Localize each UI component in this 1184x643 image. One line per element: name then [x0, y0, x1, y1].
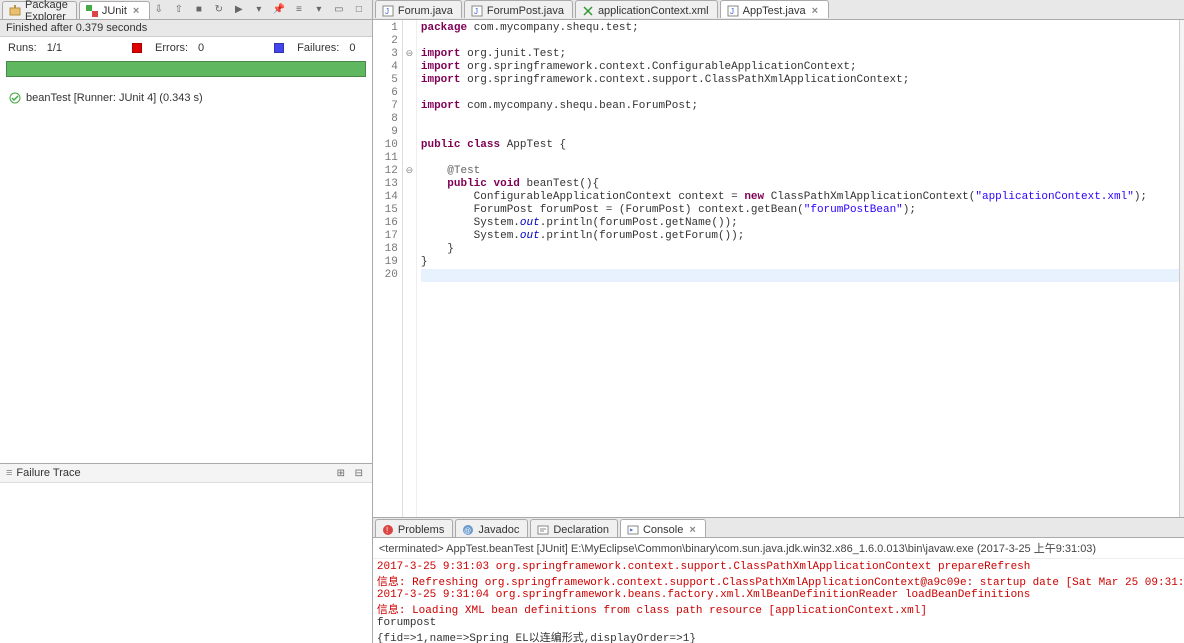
rerun-failed-icon[interactable]: ▶	[232, 3, 246, 17]
javadoc-icon: @	[462, 524, 474, 536]
editor-tab[interactable]: J ForumPost.java	[464, 0, 573, 18]
editor-tab[interactable]: applicationContext.xml	[575, 0, 718, 18]
failure-box-icon	[274, 43, 284, 53]
failures-label: Failures:	[297, 42, 339, 54]
prev-failure-icon[interactable]: ⇩	[152, 3, 166, 17]
junit-icon	[86, 5, 98, 17]
svg-text:J: J	[730, 7, 734, 16]
junit-summary: Runs: 1/1 Errors: 0 Failures: 0	[0, 37, 372, 59]
code-editor[interactable]: 1234567891011121314151617181920 ⊖⊖ packa…	[373, 20, 1184, 517]
junit-progress-bar	[6, 61, 366, 77]
tab-junit[interactable]: JUnit ×	[79, 1, 150, 19]
stop-icon[interactable]: ■	[192, 3, 206, 17]
scroll-lock-icon[interactable]: ≡	[292, 3, 306, 17]
fold-gutter[interactable]: ⊖⊖	[403, 20, 417, 517]
next-failure-icon[interactable]: ⇧	[172, 3, 186, 17]
close-icon[interactable]: ×	[812, 5, 820, 17]
errors-value: 0	[198, 42, 204, 54]
filter-stack-icon[interactable]: ⊞	[334, 466, 348, 480]
close-icon[interactable]: ×	[689, 524, 697, 536]
failure-trace-content	[0, 483, 372, 643]
finished-label: Finished after 0.379 seconds	[0, 20, 372, 37]
bottom-tab-javadoc[interactable]: @ Javadoc	[455, 519, 528, 537]
left-tabbar: Package Explorer JUnit × ⇩ ⇧ ■ ↻ ▶ ▾ 📌 ≡…	[0, 0, 372, 20]
tab-label: applicationContext.xml	[598, 5, 709, 17]
java-file-icon: J	[382, 5, 394, 17]
editor-tabbar: J Forum.java J ForumPost.java applicationCon…	[373, 0, 1184, 20]
failures-value: 0	[349, 42, 355, 54]
junit-toolbar: ⇩ ⇧ ■ ↻ ▶ ▾ 📌 ≡ ▾ ▭ □	[152, 3, 370, 17]
editor-tab[interactable]: J AppTest.java ×	[720, 0, 829, 18]
line-number-gutter: 1234567891011121314151617181920	[373, 20, 403, 517]
runs-label: Runs:	[8, 42, 37, 54]
editor-tab[interactable]: J Forum.java	[375, 0, 462, 18]
code-area[interactable]: package com.mycompany.shequ.test; import…	[417, 20, 1179, 517]
tab-label: Console	[643, 524, 683, 536]
java-file-icon: J	[471, 5, 483, 17]
editor-pane: J Forum.java J ForumPost.java applicationCon…	[373, 0, 1184, 643]
xml-file-icon	[582, 5, 594, 17]
pin-icon[interactable]: 📌	[272, 3, 286, 17]
bottom-tab-declaration[interactable]: Declaration	[530, 519, 618, 537]
svg-text:@: @	[464, 528, 471, 535]
bottom-tab-console[interactable]: Console ×	[620, 519, 706, 537]
tab-label: ForumPost.java	[487, 5, 564, 17]
maximize-icon[interactable]: □	[352, 3, 366, 17]
console-icon	[627, 524, 639, 536]
declaration-icon	[537, 524, 549, 536]
close-icon[interactable]: ×	[133, 5, 141, 17]
tab-label: JUnit	[102, 5, 127, 17]
tab-package-explorer[interactable]: Package Explorer	[2, 1, 77, 19]
console-output[interactable]: 2017-3-25 9:31:03 org.springframework.co…	[373, 559, 1184, 643]
relaunch-icon[interactable]: ↻	[212, 3, 226, 17]
tab-label: Declaration	[553, 524, 609, 536]
tab-label: Javadoc	[478, 524, 519, 536]
junit-test-tree[interactable]: beanTest [Runner: JUnit 4] (0.343 s)	[0, 85, 372, 463]
bottom-tab-problems[interactable]: ! Problems	[375, 519, 453, 537]
test-item-label: beanTest [Runner: JUnit 4] (0.343 s)	[26, 92, 203, 104]
bottom-pane: ! Problems @ Javadoc Declaration Console × <te…	[373, 517, 1184, 643]
errors-label: Errors:	[155, 42, 188, 54]
tab-label: AppTest.java	[743, 5, 806, 17]
minimize-icon[interactable]: ▭	[332, 3, 346, 17]
junit-view: Package Explorer JUnit × ⇩ ⇧ ■ ↻ ▶ ▾ 📌 ≡…	[0, 0, 373, 643]
failure-trace-label: Failure Trace	[16, 467, 80, 479]
problems-icon: !	[382, 524, 394, 536]
svg-text:J: J	[385, 7, 389, 16]
hamburger-icon[interactable]: ≡	[6, 467, 12, 479]
test-item[interactable]: beanTest [Runner: JUnit 4] (0.343 s)	[8, 91, 364, 105]
console-header: <terminated> AppTest.beanTest [JUnit] E:…	[373, 538, 1184, 559]
failure-trace-pane: ≡ Failure Trace ⊞ ⊟	[0, 463, 372, 643]
view-menu-icon[interactable]: ▾	[312, 3, 326, 17]
java-file-icon: J	[727, 5, 739, 17]
test-pass-icon	[8, 91, 22, 105]
svg-text:!: !	[386, 526, 388, 535]
scrollbar[interactable]	[1179, 20, 1184, 517]
svg-text:J: J	[474, 7, 478, 16]
bottom-tabbar: ! Problems @ Javadoc Declaration Console ×	[373, 518, 1184, 538]
compare-icon[interactable]: ⊟	[352, 466, 366, 480]
history-icon[interactable]: ▾	[252, 3, 266, 17]
package-explorer-icon	[9, 5, 21, 17]
tab-label: Problems	[398, 524, 444, 536]
tab-label: Forum.java	[398, 5, 453, 17]
runs-value: 1/1	[47, 42, 62, 54]
error-box-icon	[132, 43, 142, 53]
